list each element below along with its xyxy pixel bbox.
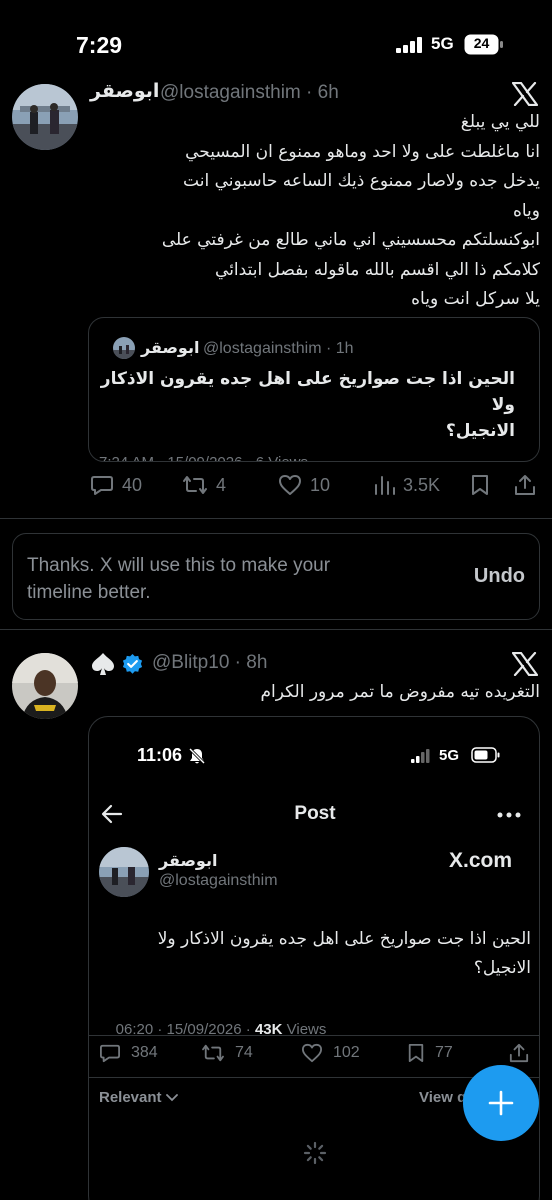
undo-button[interactable]: Undo xyxy=(474,565,525,588)
tweet-body: للي يي يبلغ انا ماغلطت على ولا احد وماهو… xyxy=(90,108,540,315)
reply-button[interactable]: 40 xyxy=(90,474,142,496)
screenshot-handle: @lostagainsthim xyxy=(159,872,278,889)
repost-icon xyxy=(183,476,207,494)
screenshot-like-count: 102 xyxy=(333,1044,360,1061)
feedback-confirmation: Thanks. X will use this to make your tim… xyxy=(12,533,540,620)
quote-text-line: الانجيل؟ xyxy=(445,421,515,441)
quote-tweet-card[interactable]: ابوصقر @lostagainsthim · 1h الحين اذا جت… xyxy=(88,317,540,462)
heart-icon xyxy=(279,475,301,495)
divider xyxy=(0,629,552,630)
screenshot-bookmark: 77 xyxy=(407,1043,453,1063)
views-count: 3.5K xyxy=(403,474,441,495)
screenshot-bookmark-count: 77 xyxy=(435,1044,453,1061)
screenshot-battery-icon xyxy=(471,747,501,763)
plus-icon xyxy=(488,1090,514,1116)
screenshot-post-text: الحين اذا جت صواريخ على اهل جده يقرون ال… xyxy=(99,925,531,983)
screenshot-view-label: View q xyxy=(419,1089,467,1106)
views-icon xyxy=(375,476,395,495)
reply-count: 40 xyxy=(122,474,143,495)
chevron-down-icon xyxy=(165,1093,178,1101)
screenshot-reply-count: 384 xyxy=(131,1044,158,1061)
verified-badge-icon[interactable] xyxy=(121,653,144,676)
avatar[interactable] xyxy=(12,84,78,150)
feedback-text: Thanks. X will use this to make your tim… xyxy=(27,555,331,603)
battery-icon: 24 xyxy=(464,34,504,55)
share-icon xyxy=(515,475,535,495)
x-logo-icon[interactable] xyxy=(512,82,538,106)
screenshot-like: 102 xyxy=(301,1043,360,1063)
repost-count: 4 xyxy=(216,474,227,495)
bookmark-icon xyxy=(472,475,488,495)
display-name[interactable]: ابوصقر xyxy=(90,80,159,102)
heart-icon xyxy=(301,1043,322,1063)
more-options-icon[interactable] xyxy=(497,812,521,818)
screenshot-network: 5G xyxy=(439,747,460,764)
screenshot-header-title: Post xyxy=(294,803,336,824)
reply-icon xyxy=(100,1044,120,1063)
compose-button[interactable] xyxy=(463,1065,539,1141)
handle-time[interactable]: @lostagainsthim · 6h xyxy=(160,82,339,104)
divider xyxy=(89,1035,539,1036)
avatar[interactable] xyxy=(12,653,78,719)
quote-display-name: ابوصقر xyxy=(141,338,200,357)
loading-spinner-icon xyxy=(303,1141,327,1165)
bookmark-icon xyxy=(408,1043,424,1062)
reply-icon xyxy=(91,476,113,495)
signal-icon xyxy=(396,37,424,53)
network-type: 5G xyxy=(431,34,454,53)
screenshot-reply: 384 xyxy=(99,1043,158,1063)
handle-time[interactable]: @Blitp10 · 8h xyxy=(152,652,267,674)
quote-handle-time: @lostagainsthim · 1h xyxy=(203,340,354,357)
screenshot-repost-count: 74 xyxy=(235,1044,253,1061)
screenshot-signal-icon xyxy=(411,749,431,763)
tweet-line: كلامكم ذا الي اقسم بالله ماقوله بفصل ابت… xyxy=(215,259,540,280)
repost-button[interactable]: 4 xyxy=(182,474,226,496)
screenshot-text-line: الحين اذا جت صواريخ على اهل جده يقرون ال… xyxy=(157,929,531,949)
share-button[interactable] xyxy=(514,474,536,496)
quote-avatar xyxy=(113,337,135,359)
screenshot-share xyxy=(509,1043,529,1063)
screenshot-sort-label: Relevant xyxy=(99,1089,162,1106)
like-count: 10 xyxy=(310,474,331,495)
share-icon xyxy=(509,1043,529,1063)
tweet-line: وياه xyxy=(512,200,540,221)
x-logo-icon[interactable] xyxy=(512,652,538,676)
quote-text: الحين اذا جت صواريخ على اهل جده يقرون ال… xyxy=(99,366,515,444)
tweet-line: يدخل جده ولاصار ممنوع ذيك الساعه حاسبوني… xyxy=(183,171,540,191)
screenshot-avatar xyxy=(99,847,149,897)
tweet-line: انا ماغلطت على ولا احد وماهو ممنوع ان ال… xyxy=(185,141,540,162)
screenshot-actions: 384 74 102 77 xyxy=(89,1043,539,1067)
mute-icon xyxy=(189,747,205,765)
battery-level: 24 xyxy=(473,35,490,51)
views-button[interactable]: 3.5K xyxy=(373,474,440,496)
like-button[interactable]: 10 xyxy=(278,474,330,496)
screenshot-repost: 74 xyxy=(201,1043,253,1063)
repost-icon xyxy=(202,1044,224,1062)
screenshot-text-line: الانجيل؟ xyxy=(473,958,531,978)
tweet-line: للي يي يبلغ xyxy=(460,112,540,132)
screenshot-site-label: X.com xyxy=(449,849,513,872)
divider xyxy=(0,518,552,519)
bookmark-button[interactable] xyxy=(470,474,490,496)
tweet-body: التغريده تيه مفروض ما تمر مرور الكرام xyxy=(260,682,540,702)
screenshot-status-time: 11:06 xyxy=(137,745,183,765)
screenshot-sort: Relevant xyxy=(99,1089,178,1106)
tweet-actions: 40 4 10 3.5K xyxy=(0,474,552,502)
quote-text-line: الحين اذا جت صواريخ على اهل جده يقرون ال… xyxy=(100,369,515,415)
status-time: 7:29 xyxy=(76,32,123,58)
screenshot-display-name: ابوصقر xyxy=(159,851,218,870)
tweet-line: ابوكنسلتكم محسسيني اني ماني طالع من غرفت… xyxy=(161,230,540,250)
quote-meta: 7:24 AM · 15/09/2026 · 6 Views xyxy=(99,454,308,461)
spade-icon xyxy=(90,652,116,676)
tweet-line: يلا سركل انت وياه xyxy=(411,289,540,309)
